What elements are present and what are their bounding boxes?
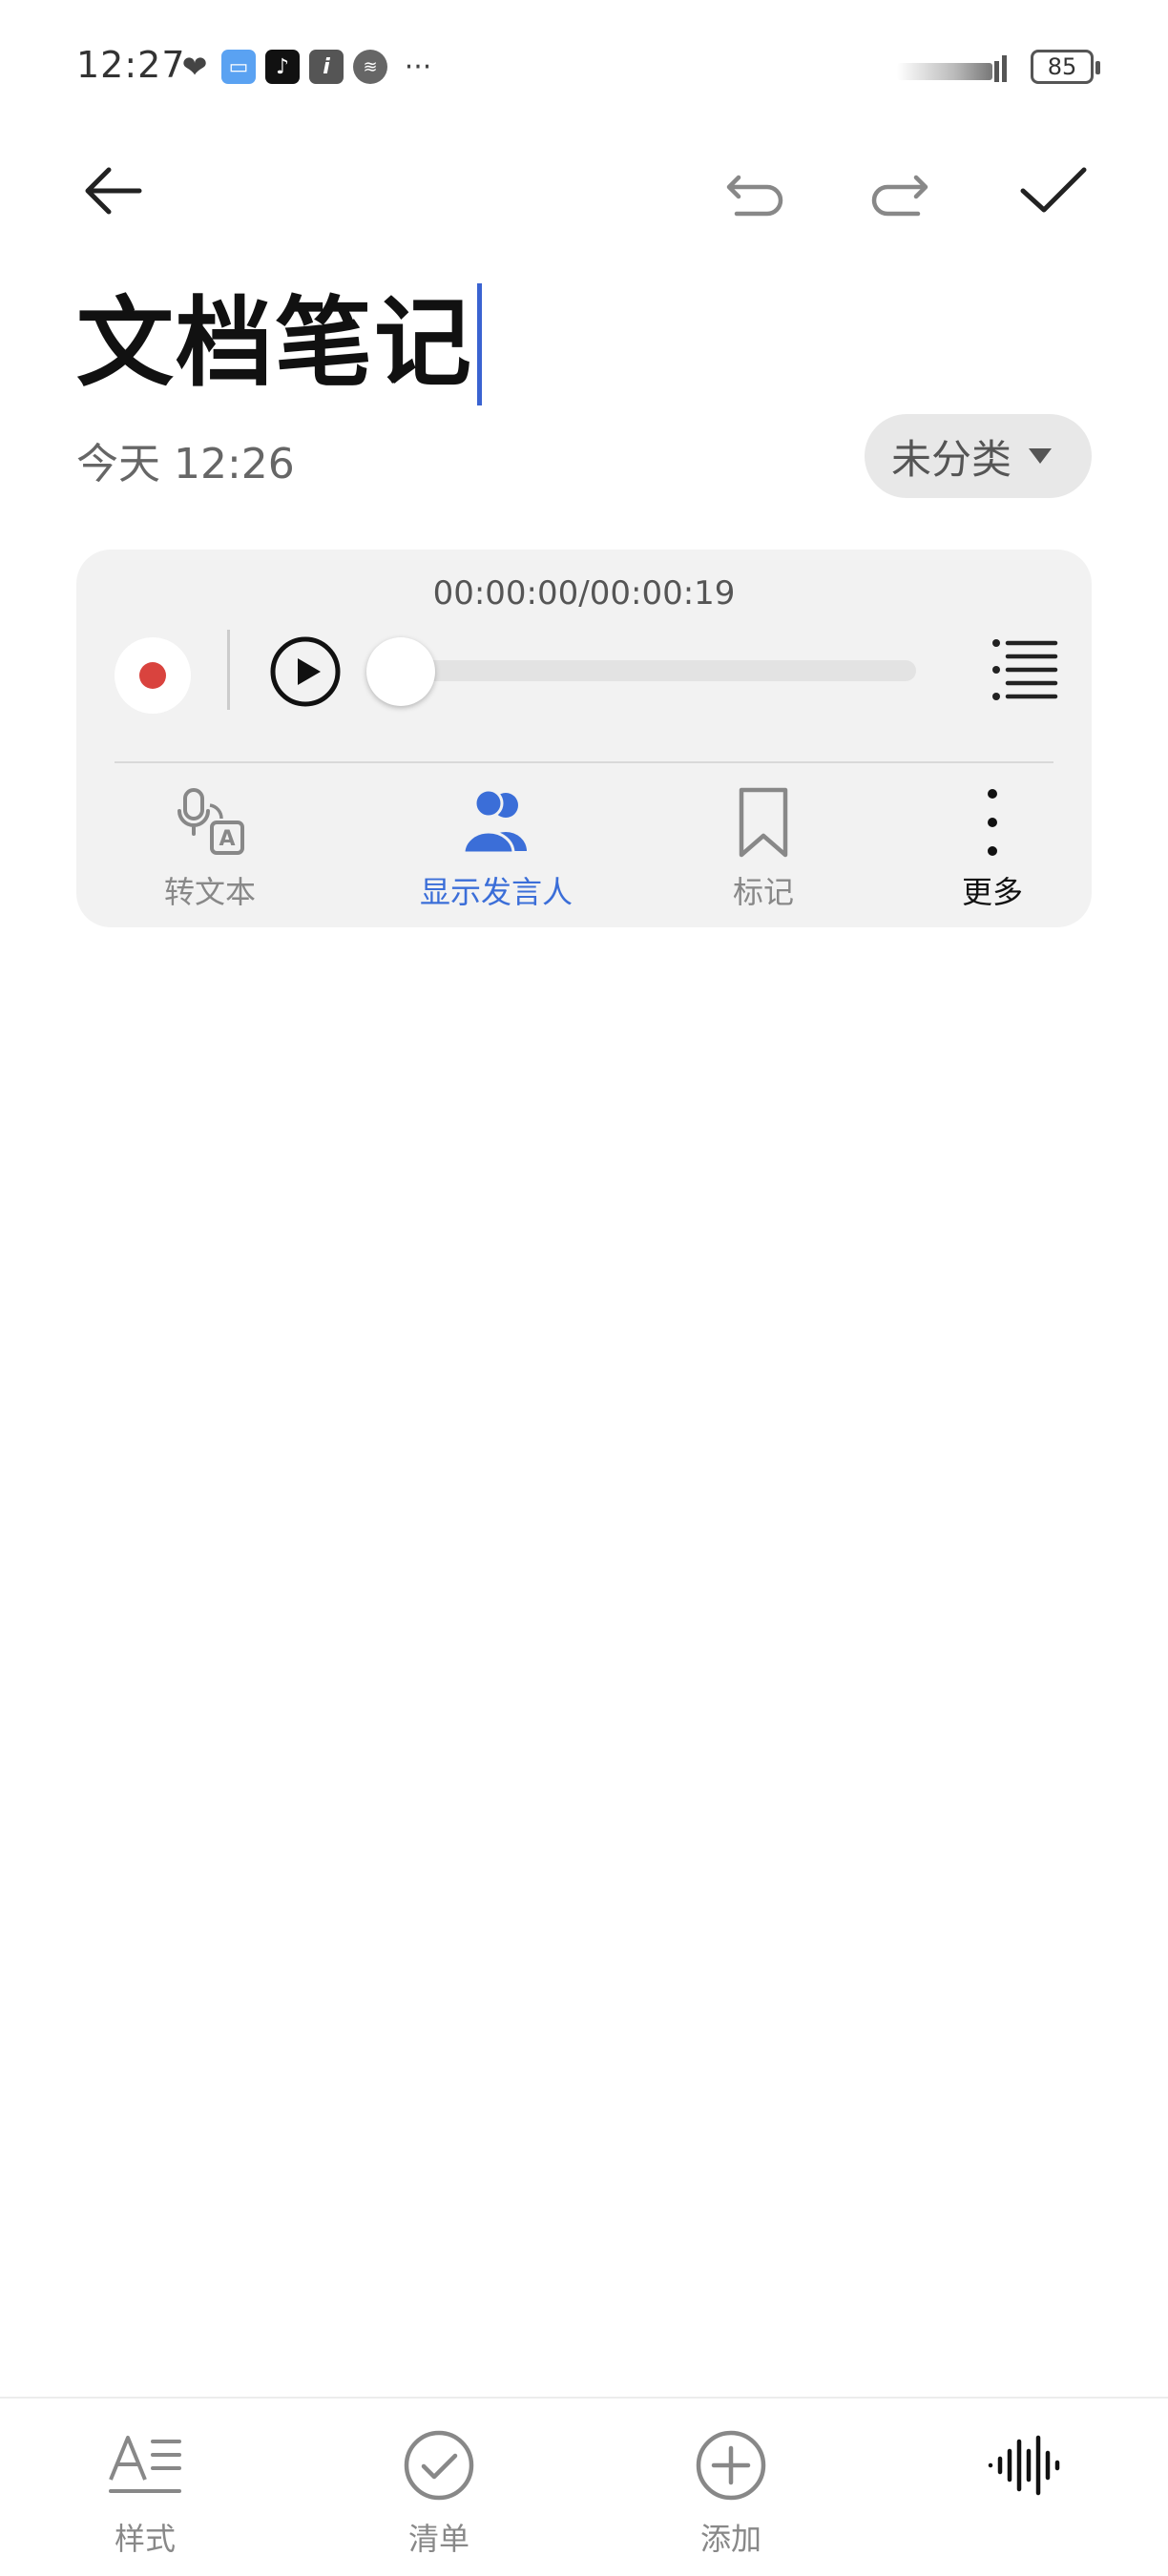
speech-to-text-icon: A	[177, 788, 244, 855]
app-store-icon: ▭	[221, 50, 256, 84]
undo-button[interactable]	[706, 143, 802, 239]
progress-track[interactable]	[374, 660, 916, 681]
add-button[interactable]: 添加	[636, 2427, 826, 2570]
audio-actions: A 转文本 显示发言人 标记 更多	[76, 782, 1092, 916]
mark-button[interactable]: 标记	[697, 782, 830, 916]
bottom-toolbar: 样式 清单 添加	[0, 2397, 1168, 2576]
more-dots-icon: ···	[404, 50, 432, 84]
audio-player-card: 00:00:00/00:00:19 A 转文本 显示发言人 标记 更多	[76, 550, 1092, 927]
style-button[interactable]: 样式	[50, 2427, 240, 2570]
undo-icon	[726, 175, 783, 217]
note-title[interactable]: 文档笔记	[76, 296, 473, 393]
heart-icon: ❤	[181, 49, 208, 85]
mark-label: 标记	[732, 874, 794, 910]
card-divider	[115, 761, 1053, 763]
battery-icon: 85	[1031, 50, 1100, 84]
checklist-label: 清单	[407, 2521, 469, 2557]
svg-text:A: A	[219, 827, 235, 851]
record-button[interactable]	[115, 637, 191, 714]
list-icon	[992, 639, 1058, 700]
show-speakers-button[interactable]: 显示发言人	[382, 782, 611, 916]
status-icons: ❤ ▭ ♪ i ≋ ···	[177, 49, 439, 85]
redo-icon	[871, 175, 928, 217]
signal-icon	[897, 53, 1012, 82]
back-button[interactable]	[67, 143, 162, 239]
more-vertical-icon	[988, 789, 997, 856]
audio-list-button[interactable]	[987, 632, 1063, 708]
play-icon	[270, 636, 341, 707]
note-editor-screen: 12:27 ❤ ▭ ♪ i ≋ ··· 85 文档笔记 今天 12:26 未分类…	[0, 0, 1168, 2576]
tiktok-icon: ♪	[265, 50, 300, 84]
note-date: 今天 12:26	[76, 440, 295, 488]
divider	[227, 630, 230, 710]
category-label: 未分类	[891, 435, 1012, 483]
status-bar: 12:27 ❤ ▭ ♪ i ≋ ··· 85	[0, 0, 1168, 134]
add-label: 添加	[699, 2521, 761, 2557]
more-button[interactable]: 更多	[926, 782, 1059, 916]
info-icon: i	[309, 50, 344, 84]
more-label: 更多	[961, 874, 1023, 910]
category-dropdown[interactable]: 未分类	[865, 414, 1092, 498]
note-title-field[interactable]: 文档笔记	[76, 282, 482, 406]
checklist-icon	[404, 2430, 474, 2501]
back-arrow-icon	[85, 167, 142, 215]
checklist-button[interactable]: 清单	[344, 2427, 534, 2570]
transcribe-label: 转文本	[163, 874, 256, 910]
dropdown-triangle-icon	[1029, 448, 1053, 464]
audio-record-button[interactable]	[928, 2427, 1118, 2570]
show-speakers-label: 显示发言人	[419, 874, 573, 910]
audio-waveform-icon	[988, 2435, 1060, 2496]
status-time: 12:27	[76, 44, 186, 86]
add-circle-icon	[696, 2430, 766, 2501]
speakers-icon	[462, 788, 527, 855]
audio-app-icon: ≋	[353, 50, 387, 84]
top-toolbar	[0, 143, 1168, 239]
redo-button[interactable]	[853, 143, 949, 239]
transcribe-button[interactable]: A 转文本	[134, 782, 286, 916]
checkmark-icon	[1020, 167, 1087, 213]
text-caret	[477, 283, 482, 405]
record-dot-icon	[139, 662, 166, 689]
audio-time-display: 00:00:00/00:00:19	[432, 574, 736, 613]
play-button[interactable]	[267, 634, 344, 710]
text-style-icon	[109, 2436, 181, 2493]
battery-level: 85	[1047, 53, 1077, 80]
progress-knob[interactable]	[366, 637, 435, 706]
done-button[interactable]	[1006, 143, 1101, 239]
style-label: 样式	[114, 2521, 176, 2557]
bookmark-icon	[739, 787, 788, 858]
